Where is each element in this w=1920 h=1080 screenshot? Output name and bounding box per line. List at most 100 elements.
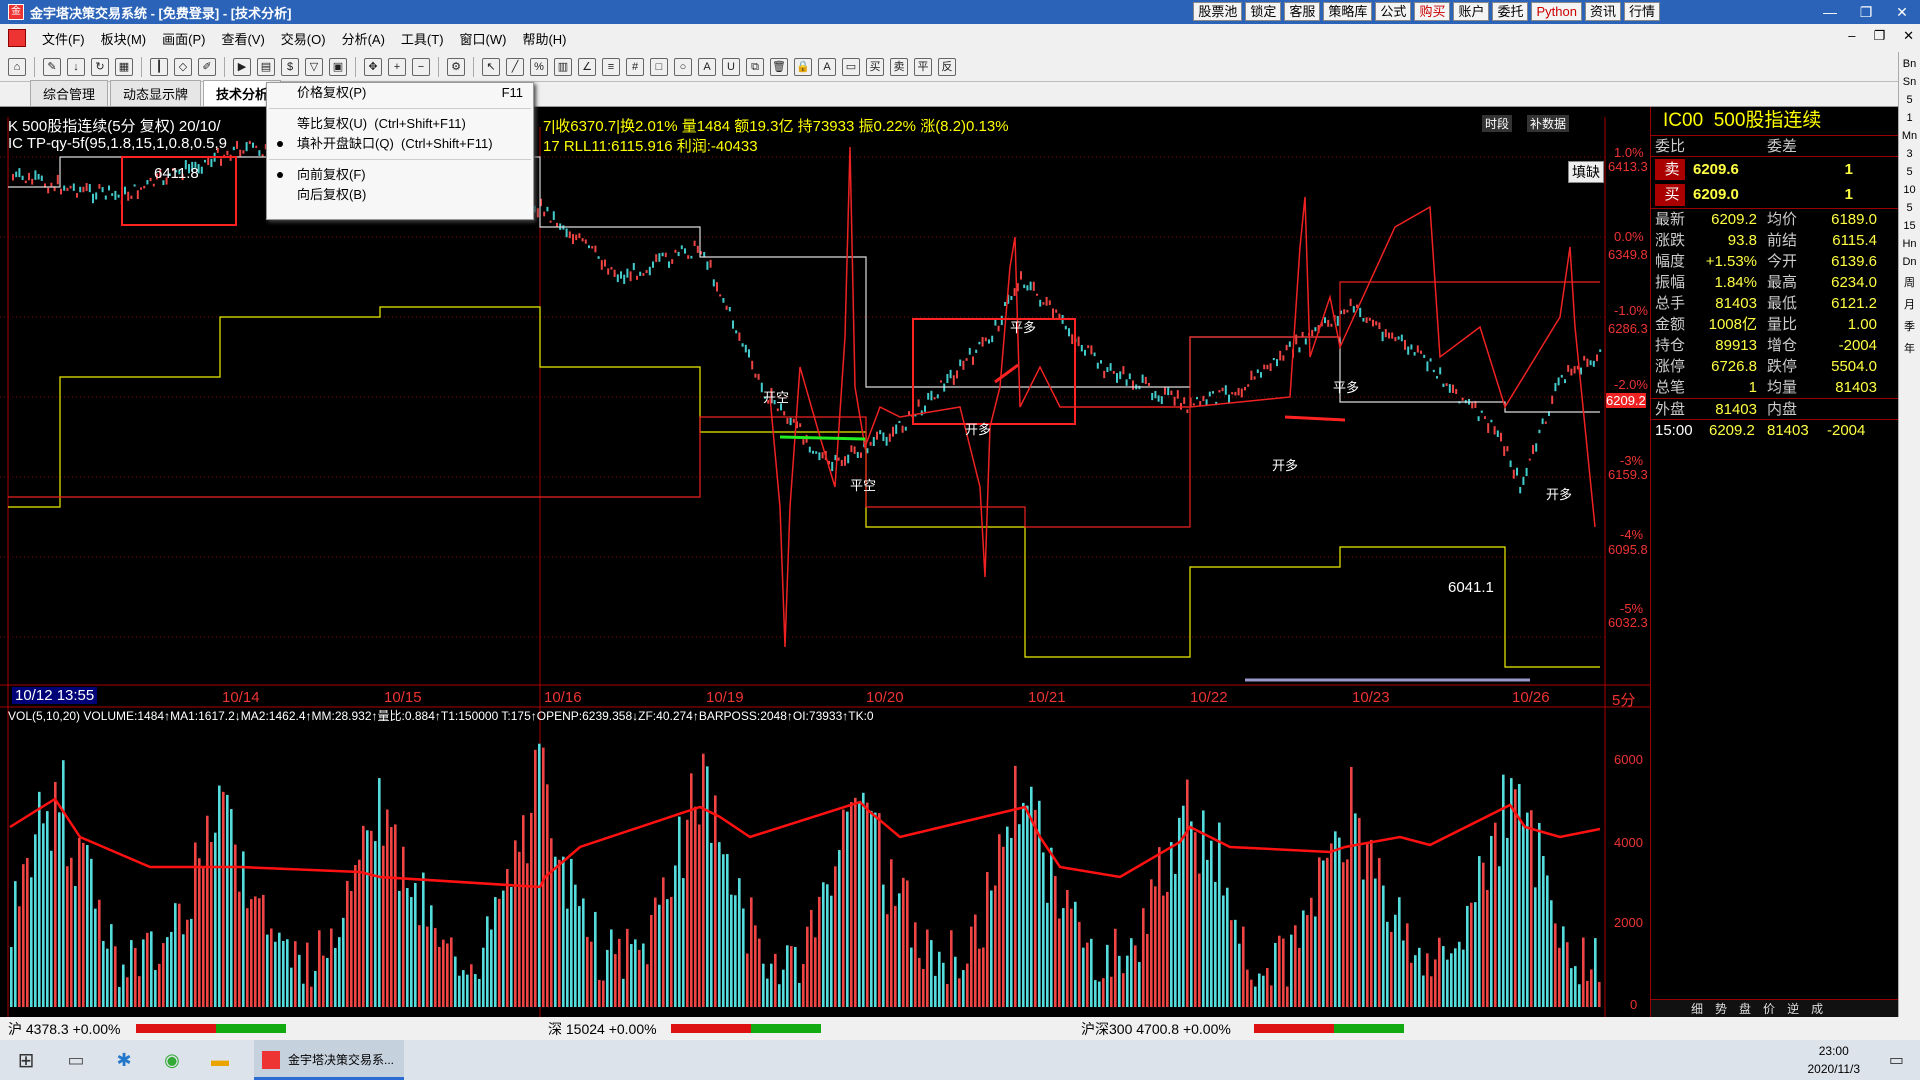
task-view-icon[interactable]: ▭: [52, 1050, 100, 1071]
page-icon[interactable]: ▤: [257, 57, 275, 76]
calc-icon[interactable]: ▣: [329, 57, 347, 76]
candle-icon[interactable]: ┃: [150, 57, 168, 76]
menu-analysis[interactable]: 分析(A): [342, 29, 385, 48]
period-mn[interactable]: Mn: [1899, 130, 1920, 142]
percent-icon[interactable]: %: [530, 57, 548, 76]
mdi-restore-icon[interactable]: ❐: [1873, 28, 1885, 44]
sell-order-icon[interactable]: 卖: [890, 57, 908, 76]
buy-button[interactable]: 购买: [1414, 2, 1451, 21]
move-icon[interactable]: ✥: [364, 57, 382, 76]
cursor-icon[interactable]: ↖: [482, 57, 500, 76]
save-icon[interactable]: ▭: [842, 57, 860, 76]
reverse-order-icon[interactable]: 反: [938, 57, 956, 76]
menu-forward-adjust[interactable]: 向前复权(F): [267, 165, 533, 185]
minimize-icon[interactable]: —: [1812, 0, 1848, 24]
close-icon[interactable]: ✕: [1884, 0, 1920, 24]
order-button[interactable]: 委托: [1492, 2, 1529, 21]
menu-view[interactable]: 查看(V): [221, 29, 264, 48]
panel-tab-trades[interactable]: 成: [1811, 1000, 1823, 1017]
menu-fill-gap[interactable]: 填补开盘缺口(Q) (Ctrl+Shift+F11): [267, 134, 533, 154]
period-hn[interactable]: Hn: [1899, 238, 1920, 250]
rect-icon[interactable]: □: [650, 57, 668, 76]
tab-dynamic[interactable]: 动态显示牌: [110, 80, 202, 106]
menu-help[interactable]: 帮助(H): [522, 29, 566, 48]
panel-tab-trend[interactable]: 势: [1715, 1000, 1727, 1017]
menu-trade[interactable]: 交易(O): [281, 29, 326, 48]
panel-tab-book[interactable]: 盘: [1739, 1000, 1751, 1017]
buy-order-icon[interactable]: 买: [866, 57, 884, 76]
period-quarter[interactable]: 季: [1899, 318, 1920, 334]
formula-button[interactable]: 公式: [1375, 2, 1412, 21]
color-icon[interactable]: A: [818, 57, 836, 76]
period-5b[interactable]: 5: [1899, 166, 1920, 178]
tab-fill-data[interactable]: 补数据: [1527, 115, 1570, 132]
menu-ratio-adjust[interactable]: 等比复权(U) (Ctrl+Shift+F11): [267, 114, 533, 134]
quote-button[interactable]: 行情: [1623, 2, 1660, 21]
flat-order-icon[interactable]: 平: [914, 57, 932, 76]
fill-gap-label[interactable]: 填缺: [1568, 161, 1604, 183]
strategy-button[interactable]: 策略库: [1323, 2, 1373, 21]
bid-row[interactable]: 买 6209.0 1: [1651, 182, 1898, 208]
menu-price-adjust[interactable]: 价格复权(P) F11: [267, 83, 533, 103]
panel-tab-price[interactable]: 价: [1763, 1000, 1775, 1017]
lock-icon[interactable]: 🔒: [794, 57, 812, 76]
panel-tab-reverse[interactable]: 逆: [1787, 1000, 1799, 1017]
circle-icon[interactable]: ○: [674, 57, 692, 76]
settings-icon[interactable]: ⚙: [447, 57, 465, 76]
hs300-index[interactable]: 沪深300 4700.8 +0.00%: [1081, 1019, 1246, 1039]
period-1[interactable]: 1: [1899, 112, 1920, 124]
taskbar-app-button[interactable]: 金宇塔决策交易系...: [254, 1040, 404, 1080]
period-3[interactable]: 3: [1899, 148, 1920, 160]
clock[interactable]: 23:00 2020/11/3: [1808, 1042, 1861, 1078]
hash-icon[interactable]: #: [626, 57, 644, 76]
text-icon[interactable]: A: [698, 57, 716, 76]
chart-area[interactable]: K 500股指连续(5分 复权) 20/10/ 7|收6370.7|换2.01%…: [0, 107, 1650, 1017]
pen-icon[interactable]: ✎: [43, 57, 61, 76]
menu-file[interactable]: 文件(F): [42, 29, 85, 48]
service-button[interactable]: 客服: [1284, 2, 1321, 21]
table-icon[interactable]: ▥: [554, 57, 572, 76]
menu-view-screen[interactable]: 画面(P): [162, 29, 205, 48]
refresh-icon[interactable]: ↻: [91, 57, 109, 76]
menu-backward-adjust[interactable]: 向后复权(B): [267, 185, 533, 205]
panel-tab-detail[interactable]: 细: [1691, 1000, 1703, 1017]
news-button[interactable]: 资讯: [1584, 2, 1621, 21]
play-icon[interactable]: ▶: [233, 57, 251, 76]
menu-sector[interactable]: 板块(M): [101, 29, 147, 48]
period-dn[interactable]: Dn: [1899, 256, 1920, 268]
home-icon[interactable]: ⌂: [8, 57, 26, 76]
tab-session[interactable]: 时段: [1482, 115, 1513, 132]
lock-button[interactable]: 锁定: [1245, 2, 1282, 21]
ask-row[interactable]: 卖 6209.6 1: [1651, 156, 1898, 182]
maximize-icon[interactable]: ❐: [1848, 0, 1884, 24]
windows-start-icon[interactable]: ⊞: [0, 1048, 52, 1073]
grid-icon[interactable]: ▦: [115, 57, 133, 76]
magnet-icon[interactable]: U: [722, 57, 740, 76]
sz-index[interactable]: 深 15024 +0.00%: [548, 1019, 663, 1039]
menu-window[interactable]: 窗口(W): [460, 29, 507, 48]
period-year[interactable]: 年: [1899, 340, 1920, 356]
python-button[interactable]: Python: [1531, 2, 1582, 21]
filter-icon[interactable]: ▽: [305, 57, 323, 76]
edit-icon[interactable]: ✐: [198, 57, 216, 76]
period-bn[interactable]: Bn: [1899, 58, 1920, 70]
period-5[interactable]: 5: [1899, 94, 1920, 106]
notification-icon[interactable]: ▭: [1889, 1050, 1904, 1070]
period-week[interactable]: 周: [1899, 274, 1920, 290]
period-sn[interactable]: Sn: [1899, 76, 1920, 88]
account-button[interactable]: 账户: [1453, 2, 1490, 21]
download-icon[interactable]: ↓: [67, 57, 85, 76]
line-icon[interactable]: ╱: [506, 57, 524, 76]
period-label[interactable]: 5分: [1612, 689, 1635, 710]
channel-icon[interactable]: ≡: [602, 57, 620, 76]
zoom-out-icon[interactable]: −: [412, 57, 430, 76]
angle-icon[interactable]: ∠: [578, 57, 596, 76]
browser-icon[interactable]: ◉: [148, 1050, 196, 1071]
mdi-minimize-icon[interactable]: –: [1848, 28, 1855, 44]
mdi-close-icon[interactable]: ✕: [1903, 28, 1914, 44]
copy-icon[interactable]: ⧉: [746, 57, 764, 76]
period-5c[interactable]: 5: [1899, 202, 1920, 214]
app-icon-blue[interactable]: ✱: [100, 1050, 148, 1071]
trash-icon[interactable]: 🗑: [770, 57, 788, 76]
sh-index[interactable]: 沪 4378.3 +0.00%: [8, 1019, 128, 1039]
